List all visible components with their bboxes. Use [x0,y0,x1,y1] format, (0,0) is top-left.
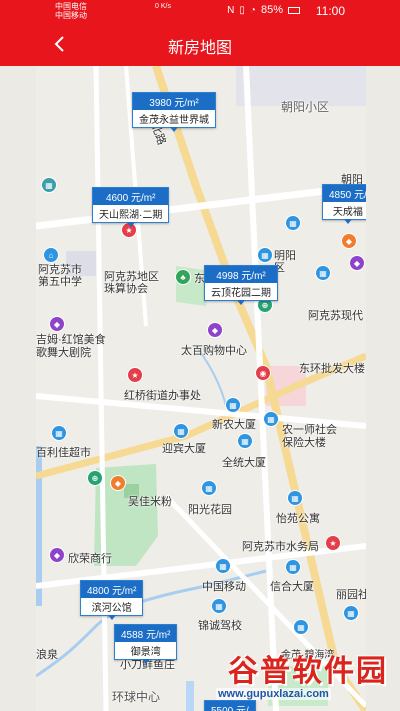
poi-langquan: 浪泉 [36,649,58,661]
poi-jinxiang: 锦诚驾校 [198,620,242,632]
carrier-primary: 中国电信 [55,2,87,11]
poi-baibai: 太百购物中心 [181,345,247,357]
marker-price: 4850 元/ [323,185,366,202]
food-icon: ◆ [111,476,125,490]
property-marker[interactable]: 4850 元/ 天成福 [322,184,366,224]
marker-name: 云顶花园二期 [205,283,277,300]
poi-lize: 丽园社 [336,589,366,601]
poi-xinnong: 新农大厦 [212,419,256,431]
wifi-icon: ◔ [249,4,256,16]
network-speed: 0 K/s [155,3,171,10]
marker-price: 4588 元/m² [115,625,177,642]
property-marker[interactable]: 4998 元/m² 云顶花园二期 [204,265,278,305]
poi-shuiwu: 阿克苏市水务局 [242,541,319,553]
poi-hongqiao: 红桥街道办事处 [124,390,201,402]
poi-xincheng: 信合大厦 [270,581,314,593]
building-icon: ▦ [316,266,330,280]
map-view[interactable]: 朝阳小区 朝阳 北路 ▦ ⌂ 阿克苏市 第五中学 ★ 阿克苏地区 珠算协会 ♣ … [36,66,366,711]
shopping-icon: ◆ [50,548,64,562]
star-icon: ★ [326,536,340,550]
watermark-url: www.gupuxlazai.com [216,688,331,700]
header-bar: 新房地图 [0,22,400,66]
transit-icon: ⊕ [88,471,102,485]
marker-price: 4998 元/m² [205,266,277,283]
page-title: 新房地图 [167,40,232,57]
bank-icon: ◉ [256,366,270,380]
status-bar: 中国电信 中国移动 0 K/s N ▯ ◔ 85% 11:00 [0,0,400,22]
battery-icon [288,6,300,14]
property-marker[interactable]: 4588 元/m² 御景湾 [114,624,178,664]
watermark-title: 谷普软件园 [228,654,388,689]
building-icon: ▦ [212,599,226,613]
poi-zhusuan: 阿克苏地区 珠算协会 [104,271,159,295]
marker-name: 天成福 [323,202,366,219]
poi-meishi: 吉姆·红馆美食 歌舞大剧院 [36,334,106,359]
vibrate-icon: ▯ [239,4,245,16]
shopping-icon: ◆ [350,256,364,270]
battery-level: 85% [260,4,283,16]
building-icon: ▦ [174,424,188,438]
poi-xiandai: 阿克苏现代 [308,310,363,322]
poi-chaoyang-district: 朝阳小区 [281,100,330,114]
building-icon: ▦ [294,620,308,634]
poi-quancheng: 全统大厦 [222,457,266,469]
building-icon: ▦ [238,434,252,448]
poi-chinamobile: 中国移动 [202,581,246,593]
poi-baili: 百利佳超市 [36,447,91,459]
carrier-secondary: 中国移动 [55,11,87,20]
school-icon: ⌂ [44,248,58,262]
building-icon: ▦ [42,178,56,192]
poi-mingyang: 明阳 区 [274,250,296,274]
marker-name: 金茂永益世界城 [133,110,215,127]
clock: 11:00 [315,4,345,18]
park-icon: ♣ [176,270,190,284]
supermarket-icon: ▦ [52,426,66,440]
star-icon: ★ [128,368,142,382]
poi-xinrong: 欣荣商行 [68,553,112,565]
property-marker[interactable]: 4600 元/m² 天山熙湖·二期 [92,187,170,227]
building-icon: ▦ [286,560,300,574]
poi-yangguang: 阳光花园 [188,504,232,516]
poi-nongyi: 农一师社会 保险大楼 [282,424,337,449]
poi-wujia: 吴佳米粉 [128,496,172,508]
building-icon: ▦ [264,412,278,426]
building-icon: ▦ [344,606,358,620]
poi-yiyuan: 怡苑公寓 [276,513,320,525]
building-icon: ▦ [288,491,302,505]
building-icon: ▦ [202,481,216,495]
nfc-icon: N [227,4,235,16]
property-marker[interactable]: 4800 元/m² 滨河公馆 [80,580,144,620]
shopping-icon: ◆ [208,323,222,337]
marker-name: 天山熙湖·二期 [93,205,169,222]
marker-price: 4600 元/m² [93,188,169,205]
building-icon: ▦ [286,216,300,230]
property-marker[interactable]: 3980 元/m² 金茂永益世界城 [132,92,216,132]
poi-yingbin: 迎宾大厦 [162,443,206,455]
poi-huanqiu: 环球中心 [112,690,161,704]
marker-name: 御景湾 [115,642,177,659]
office-icon: ▦ [258,248,272,262]
marker-name: 滨河公馆 [81,598,143,615]
building-icon: ▦ [226,398,240,412]
poi-akesu-5th-school: 阿克苏市 第五中学 [38,264,82,288]
food-icon: ◆ [342,234,356,248]
watermark: 谷普软件园 www.gupuxlazai.com [216,646,396,708]
marker-price: 3980 元/m² [133,93,215,110]
carrier-info: 中国电信 中国移动 [55,2,87,20]
marker-price: 4800 元/m² [81,581,143,598]
poi-pifa: 东环批发大楼 [299,363,365,375]
entertainment-icon: ◆ [50,317,64,331]
building-icon: ▦ [216,559,230,573]
